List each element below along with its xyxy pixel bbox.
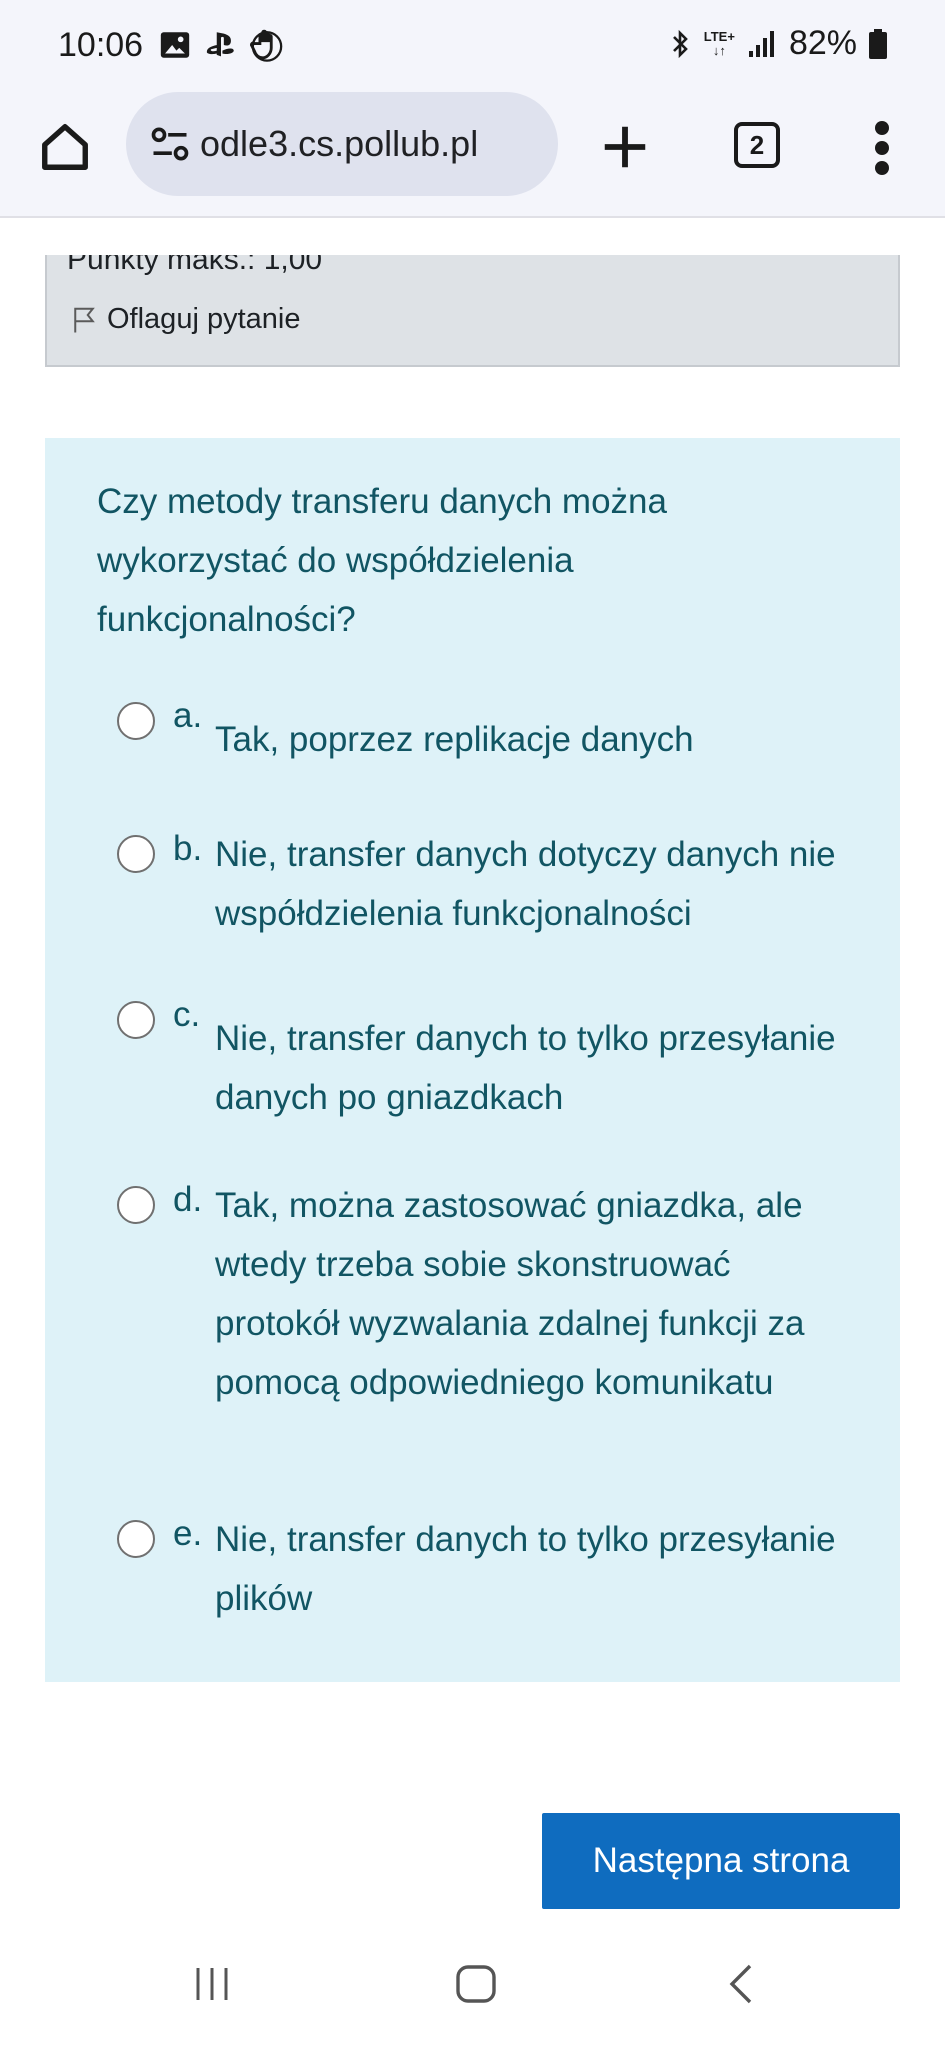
answer-letter: d. <box>173 1180 203 1219</box>
answer-text: Nie, transfer danych to tylko przesyłani… <box>215 1019 836 1117</box>
answer-letter: e. <box>173 1514 203 1553</box>
question-info-box: Punkty maks.: 1,00 Oflaguj pytanie <box>45 255 900 367</box>
browser-toolbar: odle3.cs.pollub.pl 2 <box>0 90 945 218</box>
back-icon[interactable] <box>720 1962 764 2006</box>
radio-button[interactable] <box>117 835 155 873</box>
new-tab-icon[interactable] <box>598 120 652 174</box>
answer-text: Tak, można zastosować gniazdka, ale wted… <box>215 1186 805 1402</box>
battery-icon <box>869 28 887 59</box>
battery-percent: 82% <box>788 24 857 62</box>
network-type: LTE+ ↓↑ <box>703 28 735 58</box>
image-icon <box>160 32 190 58</box>
radio-button[interactable] <box>117 1186 155 1224</box>
answer-letter: b. <box>173 829 203 868</box>
home-nav-icon[interactable] <box>454 1962 498 2006</box>
flag-icon <box>74 307 95 332</box>
status-notification-icons <box>158 28 284 62</box>
status-time: 10:06 <box>58 26 144 64</box>
tab-switcher-button[interactable]: 2 <box>734 122 780 168</box>
flag-question-link[interactable]: Oflaguj pytanie <box>69 303 300 336</box>
status-system-icons: LTE+ ↓↑ 82% <box>668 24 887 63</box>
question-content: Czy metody transferu danych można wykorz… <box>45 438 900 1682</box>
answer-text: Nie, transfer danych dotyczy danych nie … <box>215 835 836 933</box>
signal-icon <box>748 30 774 57</box>
flag-question-label: Oflaguj pytanie <box>107 303 301 335</box>
url-text: odle3.cs.pollub.pl <box>200 123 479 164</box>
status-bar: 10:06 LTE+ ↓↑ 82% <box>0 0 945 90</box>
max-points: Punkty maks.: 1,00 <box>67 255 323 276</box>
bluetooth-icon <box>672 29 688 58</box>
radio-button[interactable] <box>117 702 155 740</box>
system-navigation-bar <box>0 1922 945 2048</box>
playstation-icon <box>206 32 234 57</box>
radio-button[interactable] <box>117 1520 155 1558</box>
radio-button[interactable] <box>117 1001 155 1039</box>
site-settings-icon[interactable] <box>148 122 192 166</box>
answer-letter: a. <box>173 696 203 735</box>
question-text: Czy metody transferu danych można wykorz… <box>97 482 667 639</box>
answer-text: Tak, poprzez replikacje danych <box>215 720 694 759</box>
address-bar[interactable]: odle3.cs.pollub.pl <box>126 92 558 196</box>
answer-text: Nie, transfer danych to tylko przesyłani… <box>215 1520 836 1618</box>
next-page-button[interactable]: Następna strona <box>542 1813 900 1909</box>
more-menu-icon[interactable] <box>870 120 894 176</box>
answer-letter: c. <box>173 995 201 1034</box>
recent-apps-icon[interactable] <box>190 1962 234 2006</box>
home-icon[interactable] <box>38 120 92 174</box>
hand-icon <box>250 29 283 62</box>
